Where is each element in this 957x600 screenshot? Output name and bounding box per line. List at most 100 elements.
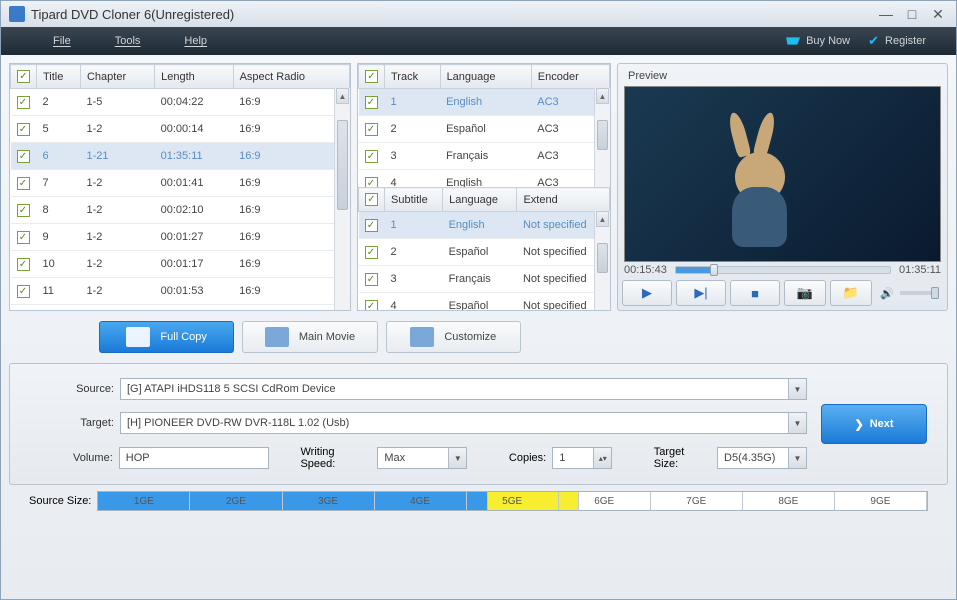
size-tick: 5GE xyxy=(467,492,559,510)
row-checkbox[interactable] xyxy=(17,231,30,244)
copies-spinner[interactable]: 1 ▴▾ xyxy=(552,447,612,469)
title-table: Title Chapter Length Aspect Radio 21-500… xyxy=(9,63,351,311)
title-checkall[interactable] xyxy=(17,70,30,83)
audio-subtitle-panel: Track Language Encoder 1EnglishAC32Españ… xyxy=(357,63,611,311)
volume-input[interactable]: HOP xyxy=(119,447,269,469)
open-folder-button[interactable]: 📁 xyxy=(830,280,872,306)
cell-subtitle: 4 xyxy=(385,293,443,311)
minimize-button[interactable]: — xyxy=(876,6,896,22)
film-icon xyxy=(265,327,289,347)
subtitle-checkall[interactable] xyxy=(365,193,378,206)
table-row[interactable]: 3FrançaisNot specified xyxy=(359,266,610,293)
col-length[interactable]: Length xyxy=(155,65,233,89)
maximize-button[interactable]: □ xyxy=(902,6,922,22)
row-checkbox[interactable] xyxy=(17,177,30,190)
snapshot-button[interactable]: 📷 xyxy=(784,280,826,306)
table-row[interactable]: 4EspañolNot specified xyxy=(359,293,610,311)
table-row[interactable]: 2EspañolAC3 xyxy=(359,116,610,143)
cell-chapter: 1-5 xyxy=(80,89,154,116)
next-button[interactable]: ❯ Next xyxy=(821,404,927,444)
row-checkbox[interactable] xyxy=(365,150,378,163)
target-combo[interactable]: [H] PIONEER DVD-RW DVR-118L 1.02 (Usb) ▼ xyxy=(120,412,807,434)
row-checkbox[interactable] xyxy=(365,96,378,109)
table-row[interactable]: 91-200:01:2716:9 xyxy=(11,224,350,251)
row-checkbox[interactable] xyxy=(17,96,30,109)
mode-full-copy[interactable]: Full Copy xyxy=(99,321,234,353)
row-checkbox[interactable] xyxy=(365,246,378,259)
row-checkbox[interactable] xyxy=(365,273,378,286)
table-row[interactable]: 3FrançaisAC3 xyxy=(359,143,610,170)
menu-file[interactable]: File xyxy=(31,35,93,47)
speed-combo[interactable]: Max ▼ xyxy=(377,447,467,469)
close-button[interactable]: ✕ xyxy=(928,6,948,22)
col-chapter[interactable]: Chapter xyxy=(80,65,154,89)
row-checkbox[interactable] xyxy=(365,123,378,136)
table-row[interactable]: 101-200:01:1716:9 xyxy=(11,251,350,278)
table-row[interactable]: 61-2101:35:1116:9 xyxy=(11,143,350,170)
cell-chapter: 1-2 xyxy=(80,116,154,143)
stop-button[interactable]: ■ xyxy=(730,280,780,306)
cell-aspect: 16:9 xyxy=(233,170,349,197)
menu-help[interactable]: Help xyxy=(162,35,229,47)
copies-value: 1 xyxy=(559,452,565,464)
source-combo[interactable]: [G] ATAPI iHDS118 5 SCSI CdRom Device ▼ xyxy=(120,378,807,400)
row-checkbox[interactable] xyxy=(365,219,378,232)
col-title[interactable]: Title xyxy=(37,65,81,89)
col-language[interactable]: Language xyxy=(440,65,531,89)
row-checkbox[interactable] xyxy=(365,300,378,311)
table-row[interactable]: 21-500:04:2216:9 xyxy=(11,89,350,116)
col-aspect[interactable]: Aspect Radio xyxy=(233,65,349,89)
cell-language: Français xyxy=(440,143,531,170)
row-checkbox[interactable] xyxy=(17,258,30,271)
source-label: Source: xyxy=(30,383,114,395)
chevron-down-icon: ▼ xyxy=(448,448,466,468)
subtitle-scrollbar[interactable]: ▲ xyxy=(594,211,610,310)
cell-title: 7 xyxy=(37,170,81,197)
row-checkbox[interactable] xyxy=(17,204,30,217)
mode-main-movie[interactable]: Main Movie xyxy=(242,321,377,353)
row-checkbox[interactable] xyxy=(17,123,30,136)
track-scrollbar[interactable]: ▲ xyxy=(594,88,610,187)
cell-length: 01:35:11 xyxy=(155,143,233,170)
col-encoder[interactable]: Encoder xyxy=(531,65,609,89)
row-checkbox[interactable] xyxy=(365,177,378,188)
table-row[interactable]: 71-200:01:4116:9 xyxy=(11,170,350,197)
cell-chapter: 1-2 xyxy=(80,224,154,251)
volume-slider[interactable] xyxy=(900,291,939,295)
title-scrollbar[interactable]: ▲ xyxy=(334,88,350,310)
cell-length: 00:00:14 xyxy=(155,116,233,143)
col-sub-language[interactable]: Language xyxy=(443,188,517,212)
col-extend[interactable]: Extend xyxy=(517,188,610,212)
track-checkall[interactable] xyxy=(365,70,378,83)
menu-tools[interactable]: Tools xyxy=(93,35,163,47)
row-checkbox[interactable] xyxy=(17,285,30,298)
table-row[interactable]: 1EnglishAC3 xyxy=(359,89,610,116)
mode-full-label: Full Copy xyxy=(160,331,206,343)
time-elapsed: 00:15:43 xyxy=(624,264,667,276)
buy-now-button[interactable]: Buy Now xyxy=(786,35,850,47)
step-button[interactable]: ▶| xyxy=(676,280,726,306)
cell-language: Español xyxy=(443,239,517,266)
row-checkbox[interactable] xyxy=(17,150,30,163)
table-row[interactable]: 2EspañolNot specified xyxy=(359,239,610,266)
table-row[interactable]: 4EnglishAC3 xyxy=(359,170,610,188)
volume-icon[interactable]: 🔊 xyxy=(880,287,894,300)
table-row[interactable]: 1EnglishNot specified xyxy=(359,212,610,239)
col-track[interactable]: Track xyxy=(385,65,441,89)
gear-icon xyxy=(410,327,434,347)
size-tick: 1GE xyxy=(98,492,190,510)
table-row[interactable]: 51-200:00:1416:9 xyxy=(11,116,350,143)
col-subtitle[interactable]: Subtitle xyxy=(385,188,443,212)
cart-icon xyxy=(786,35,800,47)
table-row[interactable]: 111-200:01:5316:9 xyxy=(11,278,350,305)
target-size-combo[interactable]: D5(4.35G) ▼ xyxy=(717,447,807,469)
table-row[interactable]: 81-200:02:1016:9 xyxy=(11,197,350,224)
register-button[interactable]: ✔ Register xyxy=(868,33,926,49)
preview-video[interactable] xyxy=(624,86,941,262)
next-label: Next xyxy=(870,418,894,430)
size-tick: 4GE xyxy=(375,492,467,510)
progress-slider[interactable] xyxy=(675,266,891,274)
play-button[interactable]: ▶ xyxy=(622,280,672,306)
mode-customize[interactable]: Customize xyxy=(386,321,521,353)
cell-aspect: 16:9 xyxy=(233,251,349,278)
